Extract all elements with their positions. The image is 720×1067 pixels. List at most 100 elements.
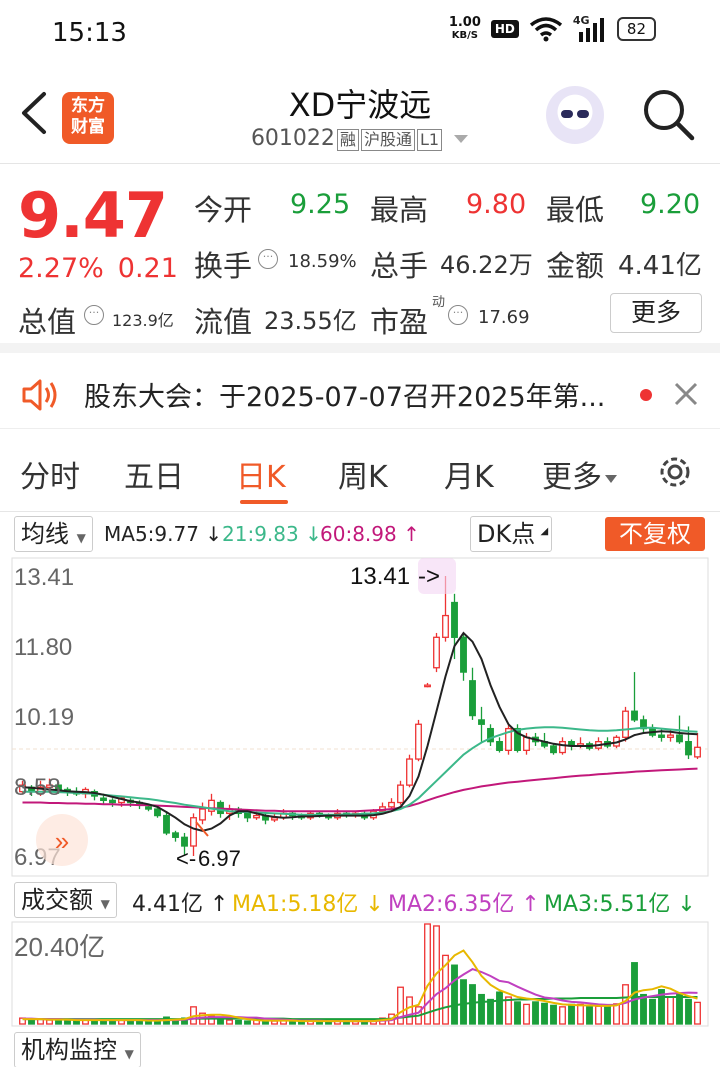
turnover-value: 18.59%	[288, 251, 357, 272]
candle-up	[415, 723, 422, 760]
candle-down	[451, 601, 458, 638]
stock-header: 东方 财富 XD宁波远 601022 融沪股通 L1	[0, 64, 720, 164]
stock-code-row[interactable]: 601022 融沪股通 L1	[200, 126, 520, 151]
ma21-legend: 21:9.83 ↓	[222, 522, 322, 546]
high-label: 最高	[370, 193, 429, 227]
mktcap-label: 总值	[18, 305, 77, 339]
min-price-arrow: <-	[176, 846, 196, 871]
change-abs: 0.21	[117, 253, 178, 284]
volume-bar-down	[676, 993, 683, 1025]
close-icon[interactable]	[673, 381, 699, 407]
candle-up	[622, 710, 629, 738]
max-price-label: 13.41	[350, 563, 410, 590]
float-label: 流值	[194, 305, 253, 339]
min-price-label: 6.97	[198, 846, 241, 871]
candle-up	[199, 808, 206, 821]
back-arrow-icon[interactable]	[14, 90, 54, 136]
candle-down	[631, 710, 638, 721]
institution-monitor-label: 机构监控	[21, 1036, 117, 1064]
vol-ma3-value: MA3:5.51亿	[544, 892, 671, 917]
candle-down	[163, 814, 170, 834]
institution-monitor-dropdown[interactable]: 机构监控 ▼	[14, 1032, 141, 1067]
adjust-mode-button[interactable]: 不复权	[605, 517, 705, 551]
search-icon[interactable]	[640, 86, 696, 142]
open-label: 今开	[194, 193, 253, 227]
candle-down	[181, 836, 188, 847]
settings-gear-icon[interactable]	[655, 452, 695, 492]
volume-bar-down	[640, 993, 647, 1025]
chevron-down-icon	[454, 135, 469, 143]
volume-bar-down	[514, 1001, 521, 1025]
volume-bar-down	[586, 1006, 593, 1025]
status-bar: 15:13 1.00 KB/S HD 4G 82	[0, 0, 720, 64]
vol-ma3-legend: MA3:5.51亿 ↓	[544, 892, 696, 917]
robot-assistant-avatar[interactable]	[546, 86, 604, 144]
candle-up	[667, 734, 674, 738]
vol-ma1-value: MA1:5.18亿	[232, 892, 359, 917]
pe-dynamic-sup: 动	[432, 295, 446, 310]
app-logo[interactable]: 东方 财富	[62, 92, 114, 144]
logo-line1: 东方	[71, 96, 105, 116]
tab-more-label: 更多	[542, 460, 602, 495]
wifi-icon	[529, 17, 562, 42]
tab-daily-k[interactable]: 日K	[236, 452, 286, 496]
float-value: 23.55亿	[264, 307, 357, 335]
active-tab-underline	[240, 500, 288, 504]
volume-indicator-dropdown[interactable]: 成交额 ▼	[14, 882, 117, 918]
signal-icon: 4G	[573, 14, 607, 42]
volume-legend-bar: 成交额 ▼ 4.41亿 ↑ MA1:5.18亿 ↓ MA2:6.35亿 ↑ MA…	[0, 880, 720, 920]
pe-info-icon[interactable]: ···	[448, 305, 468, 325]
tab-intraday[interactable]: 分时	[20, 452, 80, 496]
ma21-value: 21:9.83	[222, 522, 299, 546]
volume-bar-down	[532, 1001, 539, 1025]
tab-monthly-k[interactable]: 月K	[444, 452, 494, 496]
caret-down-icon	[605, 474, 617, 483]
volume-bar-up	[622, 984, 629, 1025]
volume-max-label: 20.40亿	[14, 932, 105, 962]
candle-up	[406, 758, 413, 786]
volume-amount-value: 4.41亿	[132, 892, 203, 917]
battery-indicator: 82	[616, 17, 656, 41]
dk-point-dropdown[interactable]: DK点 ◢	[470, 516, 553, 552]
turnover-info-icon[interactable]: ···	[258, 249, 278, 269]
tab-weekly-k[interactable]: 周K	[338, 452, 388, 496]
volume-bar-down	[604, 1004, 611, 1025]
volume-value: 46.22万	[440, 251, 533, 279]
volume-bar-down	[550, 1004, 557, 1025]
indicator-dropdown[interactable]: 均线 ▼	[14, 516, 93, 552]
volume-amount-legend: 4.41亿 ↑	[132, 892, 229, 917]
candle-up	[523, 736, 530, 751]
tab-five-day[interactable]: 五日	[124, 452, 184, 496]
volume-bar-up	[406, 996, 413, 1025]
notice-banner[interactable]: 股东大会：于2025-07-07召开2025年第...	[0, 363, 720, 429]
candle-down	[244, 812, 251, 819]
net-speed: 1.00 KB/S	[449, 16, 481, 42]
pe-label: 市盈	[370, 305, 429, 339]
max-price-arrow: ->	[418, 563, 440, 590]
kline-chart[interactable]: 13.4111.8010.198.586.97 » 13.41 -> <- 6.…	[0, 556, 720, 878]
volume-bar-up	[694, 1001, 701, 1025]
mktcap-info-icon[interactable]: ···	[84, 305, 104, 325]
candle-down	[172, 832, 179, 838]
volume-bar-up	[613, 1003, 620, 1025]
candle-up	[388, 801, 395, 808]
candle-down	[676, 734, 683, 743]
ma60-legend: 60:8.98 ↑	[320, 522, 420, 546]
corner-caret-icon: ◢	[540, 526, 549, 537]
more-quote-button[interactable]: 更多	[610, 293, 702, 333]
volume-chart[interactable]: 20.40亿	[0, 920, 720, 1028]
amount-value: 4.41亿	[618, 251, 702, 281]
candle-up	[424, 684, 431, 688]
stock-code: 601022	[250, 126, 335, 151]
dropdown-caret-icon: ▼	[124, 1047, 134, 1061]
candle-down	[100, 797, 107, 801]
status-icons: 1.00 KB/S HD 4G 82	[449, 14, 656, 42]
volume-bar-down	[28, 1018, 35, 1025]
speaker-icon	[22, 379, 57, 411]
tab-more[interactable]: 更多	[542, 452, 618, 496]
open-value: 9.25	[290, 189, 351, 220]
y-tick-label: 11.80	[14, 634, 72, 661]
candle-down	[109, 799, 116, 804]
change-pct: 2.27%	[18, 253, 104, 284]
volume-bar-up	[577, 1003, 584, 1025]
